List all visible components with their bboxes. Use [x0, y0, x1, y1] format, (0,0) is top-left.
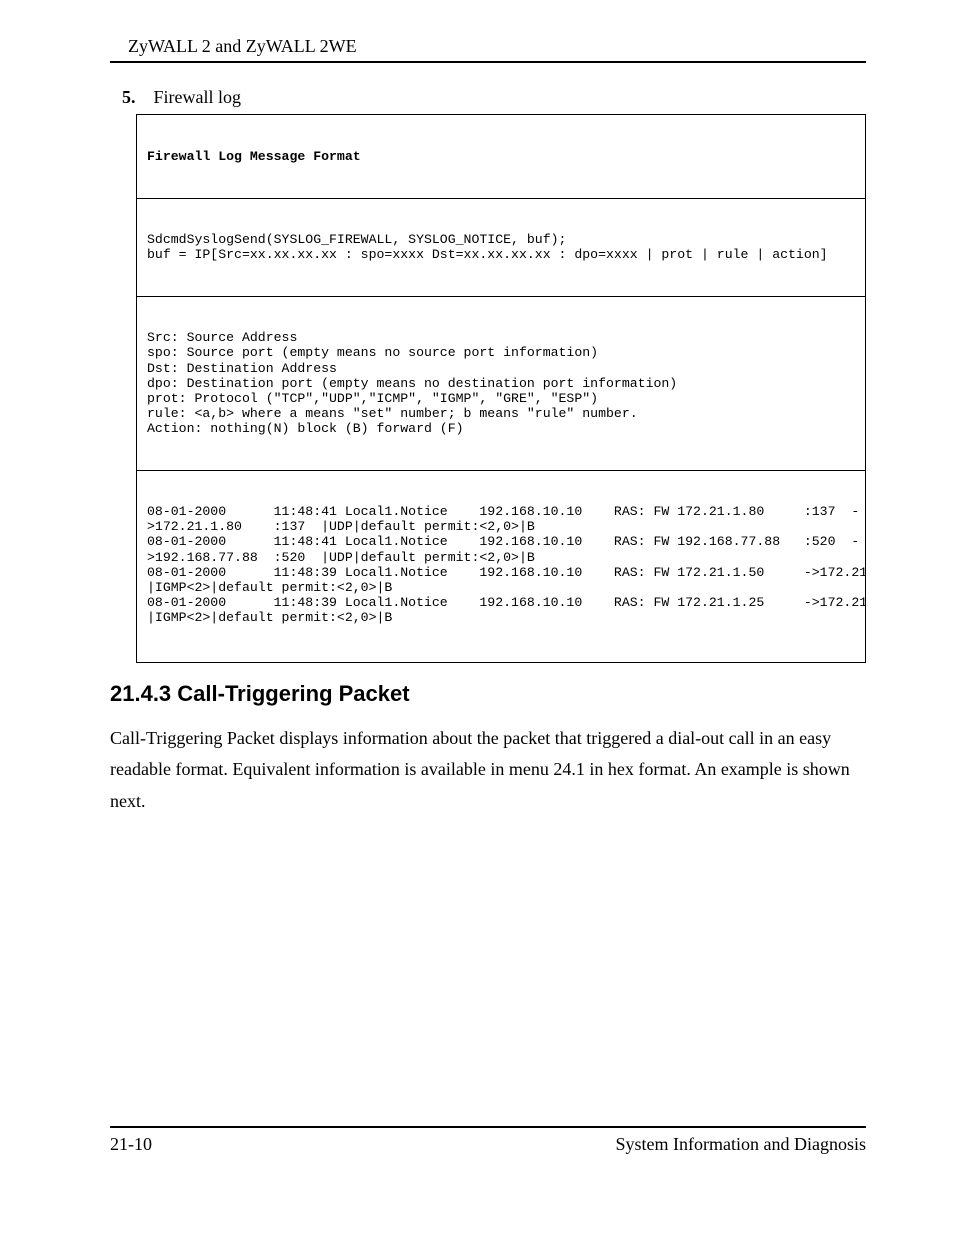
list-item-firewall-log: 5. Firewall log [122, 87, 866, 108]
footer-chapter-title: System Information and Diagnosis [616, 1134, 866, 1155]
firewall-log-format-box: Firewall Log Message Format SdcmdSyslogS… [136, 114, 866, 663]
page-footer: 21-10 System Information and Diagnosis [110, 1126, 866, 1155]
footer-rule [110, 1126, 866, 1128]
logbox-lines-b: Src: Source Address spo: Source port (em… [147, 330, 855, 436]
logbox-rule-2 [137, 296, 865, 297]
logbox-lines-c: 08-01-2000 11:48:41 Local1.Notice 192.16… [147, 504, 855, 625]
running-head: ZyWALL 2 and ZyWALL 2WE [110, 36, 866, 61]
page: ZyWALL 2 and ZyWALL 2WE 5. Firewall log … [0, 0, 954, 1235]
list-label: Firewall log [154, 87, 242, 107]
list-number: 5. [122, 87, 136, 107]
logbox-lines-a: SdcmdSyslogSend(SYSLOG_FIREWALL, SYSLOG_… [147, 232, 855, 262]
header-rule [110, 61, 866, 63]
logbox-rule-3 [137, 470, 865, 471]
logbox-rule-1 [137, 198, 865, 199]
logbox-title: Firewall Log Message Format [147, 149, 855, 164]
section-paragraph: Call-Triggering Packet displays informat… [110, 723, 866, 818]
page-number: 21-10 [110, 1134, 152, 1155]
section-heading: 21.4.3 Call-Triggering Packet [110, 681, 866, 707]
